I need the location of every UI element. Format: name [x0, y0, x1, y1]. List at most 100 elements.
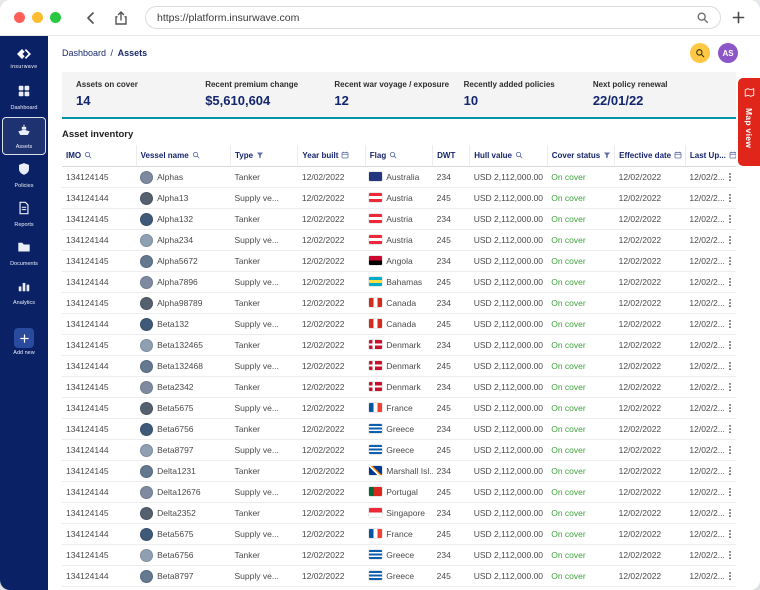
search-icon[interactable]: [696, 11, 709, 24]
cell-hull-value: USD 2,112,000.00: [470, 356, 548, 377]
table-row[interactable]: 134124144Beta8797Supply ve...12/02/2022G…: [62, 440, 736, 461]
cell-year-built: 12/02/2022: [298, 272, 365, 293]
sidebar: insurwave DashboardAssetsPoliciesReports…: [0, 36, 48, 590]
row-menu-button[interactable]: [725, 402, 735, 414]
flag-icon: [369, 256, 382, 265]
back-icon[interactable]: [83, 10, 99, 26]
row-menu-button[interactable]: [725, 549, 735, 561]
table-row[interactable]: 134124144Beta132468Supply ve...12/02/202…: [62, 356, 736, 377]
row-menu-button[interactable]: [725, 192, 735, 204]
row-menu-button[interactable]: [725, 360, 735, 372]
column-header-type[interactable]: Type: [230, 145, 297, 167]
row-menu-button[interactable]: [725, 423, 735, 435]
row-menu-button[interactable]: [725, 234, 735, 246]
sidebar-item-dashboard[interactable]: Dashboard: [2, 78, 46, 116]
table-row[interactable]: 134124145AlphasTanker12/02/2022Australia…: [62, 167, 736, 188]
global-search-button[interactable]: [690, 43, 710, 63]
sidebar-item-assets[interactable]: Assets: [2, 117, 46, 155]
vessel-name: Beta8797: [157, 571, 193, 581]
table-row[interactable]: 134124145Beta6756Tanker12/02/2022Greece2…: [62, 419, 736, 440]
vessel-name: Alphas: [157, 172, 183, 182]
row-menu-button[interactable]: [725, 486, 735, 498]
table-row[interactable]: 134124145Delta2352Tanker12/02/2022Singap…: [62, 503, 736, 524]
table-row[interactable]: 134124145Alpha5672Tanker12/02/2022Angola…: [62, 251, 736, 272]
calendar-icon[interactable]: [341, 151, 349, 159]
filter-icon[interactable]: [256, 151, 264, 159]
table-row[interactable]: 134124145Beta6756Tanker12/02/2022Greece2…: [62, 545, 736, 566]
search-icon[interactable]: [515, 151, 523, 159]
table-row[interactable]: 134124144Beta132Supply ve...12/02/2022Ca…: [62, 314, 736, 335]
row-menu-button[interactable]: [725, 339, 735, 351]
row-menu-button[interactable]: [725, 465, 735, 477]
row-menu-button[interactable]: [725, 318, 735, 330]
sidebar-item-documents[interactable]: Documents: [2, 234, 46, 272]
table-row[interactable]: 134124144Alpha13Supply ve...12/02/2022Au…: [62, 188, 736, 209]
row-menu-button[interactable]: [725, 171, 735, 183]
insurwave-logo-text: insurwave: [10, 64, 37, 70]
calendar-icon[interactable]: [729, 151, 736, 159]
column-header-flag[interactable]: Flag: [365, 145, 432, 167]
table-row[interactable]: 134124145Delta1231Tanker12/02/2022Marsha…: [62, 461, 736, 482]
table-row[interactable]: 134124145Alpha98789Tanker12/02/2022Canad…: [62, 293, 736, 314]
stat-card: Recently added policies10: [464, 80, 593, 108]
row-menu-button[interactable]: [725, 444, 735, 456]
row-menu-button[interactable]: [725, 297, 735, 309]
table-row[interactable]: 134124145Alpha132Tanker12/02/2022Austria…: [62, 209, 736, 230]
cell-flag: Greece: [365, 419, 432, 440]
new-tab-button[interactable]: [731, 10, 746, 25]
column-header-last-up[interactable]: Last Up...: [685, 145, 736, 167]
sidebar-item-reports[interactable]: Reports: [2, 195, 46, 233]
url-bar[interactable]: https://platform.insurwave.com: [145, 6, 721, 29]
calendar-icon[interactable]: [674, 151, 682, 159]
cell-hull-value: USD 2,112,000.00: [470, 188, 548, 209]
row-menu-button[interactable]: [725, 570, 735, 582]
column-header-dwt[interactable]: DWT: [433, 145, 470, 167]
row-menu-button[interactable]: [725, 381, 735, 393]
row-menu-button[interactable]: [725, 528, 735, 540]
sidebar-item-analytics[interactable]: Analytics: [2, 273, 46, 311]
table-row[interactable]: 134124144Alpha234Supply ve...12/02/2022A…: [62, 230, 736, 251]
table-row[interactable]: 134124144Beta8797Supply ve...12/02/2022G…: [62, 566, 736, 587]
search-icon[interactable]: [192, 151, 200, 159]
table-row[interactable]: 134124144Delta12676Supply ve...12/02/202…: [62, 482, 736, 503]
cell-flag: Singapore: [365, 503, 432, 524]
table-row[interactable]: 134124145Beta5675Supply ve...12/02/2022F…: [62, 398, 736, 419]
cell-year-built: 12/02/2022: [298, 251, 365, 272]
filter-icon[interactable]: [603, 151, 611, 159]
column-header-hull-value[interactable]: Hull value: [470, 145, 548, 167]
breadcrumb-dashboard[interactable]: Dashboard: [62, 48, 106, 58]
add-new-button[interactable]: Add new: [2, 322, 46, 361]
cell-vessel-name: Alpha132: [136, 209, 230, 230]
cell-imo: 134124145: [62, 293, 136, 314]
avatar[interactable]: AS: [718, 43, 738, 63]
search-icon[interactable]: [84, 151, 92, 159]
row-menu-button[interactable]: [725, 507, 735, 519]
close-window-button[interactable]: [14, 12, 25, 23]
table-row[interactable]: 134124145Beta132465Tanker12/02/2022Denma…: [62, 335, 736, 356]
column-header-effective-date[interactable]: Effective date: [615, 145, 686, 167]
column-header-imo[interactable]: IMO: [62, 145, 136, 167]
cell-imo: 134124145: [62, 545, 136, 566]
column-header-cover-status[interactable]: Cover status: [547, 145, 614, 167]
share-icon[interactable]: [113, 10, 129, 26]
cell-dwt: 234: [433, 461, 470, 482]
row-menu-button[interactable]: [725, 276, 735, 288]
flag-icon: [369, 424, 382, 433]
minimize-window-button[interactable]: [32, 12, 43, 23]
map-view-button[interactable]: Map view: [738, 78, 760, 166]
search-icon[interactable]: [389, 151, 397, 159]
sidebar-item-policies[interactable]: Policies: [2, 156, 46, 194]
row-menu-button[interactable]: [725, 255, 735, 267]
table-row[interactable]: 134124144Beta5675Supply ve...12/02/2022F…: [62, 524, 736, 545]
maximize-window-button[interactable]: [50, 12, 61, 23]
cell-year-built: 12/02/2022: [298, 335, 365, 356]
last-updated-value: 12/02/2...: [689, 256, 724, 266]
table-row[interactable]: 134124144Alpha7896Supply ve...12/02/2022…: [62, 272, 736, 293]
table-row[interactable]: 134124145Beta2342Tanker12/02/2022Denmark…: [62, 377, 736, 398]
vessel-avatar: [140, 423, 153, 436]
cell-imo: 134124145: [62, 167, 136, 188]
cell-imo: 134124144: [62, 566, 136, 587]
row-menu-button[interactable]: [725, 213, 735, 225]
column-header-year-built[interactable]: Year built: [298, 145, 365, 167]
column-header-vessel-name[interactable]: Vessel name: [136, 145, 230, 167]
